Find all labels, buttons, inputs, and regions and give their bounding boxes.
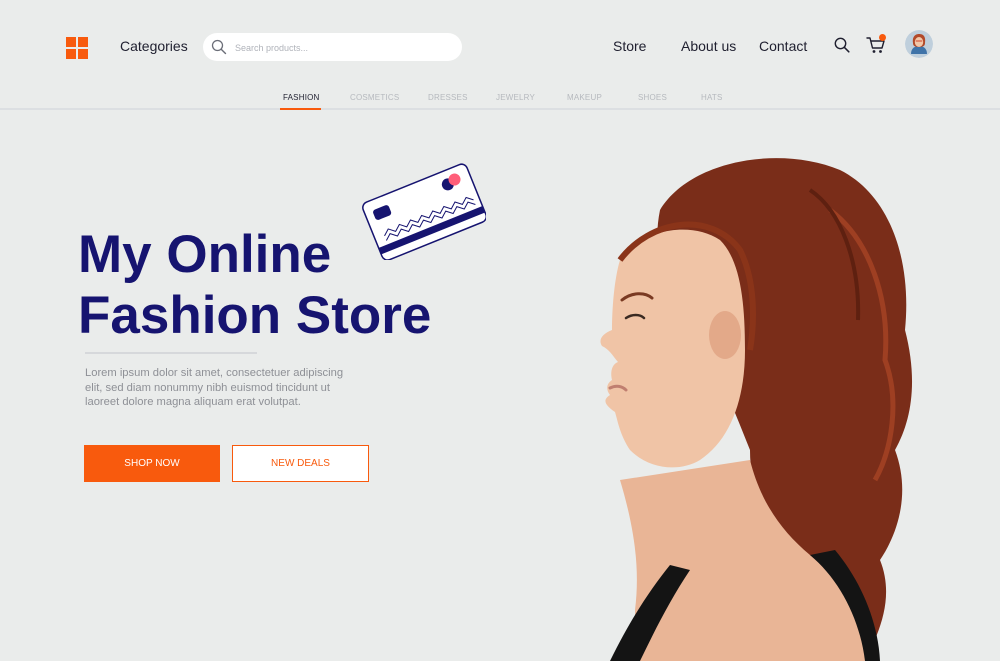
logo-grid-icon[interactable] <box>66 37 88 59</box>
new-deals-button[interactable]: NEW DEALS <box>232 445 369 482</box>
tab-fashion[interactable]: FASHION <box>283 93 320 102</box>
hero-divider <box>85 352 257 354</box>
search-icon[interactable] <box>211 39 227 55</box>
hero-description: Lorem ipsum dolor sit amet, consectetuer… <box>85 367 344 408</box>
hero-title-line-2: Fashion Store <box>78 286 432 345</box>
nav-contact-link[interactable]: Contact <box>759 38 807 54</box>
categories-menu[interactable]: Categories <box>120 38 188 54</box>
tab-hats[interactable]: HATS <box>701 93 723 102</box>
search-bar <box>203 33 462 61</box>
tab-jewelry[interactable]: JEWELRY <box>496 93 535 102</box>
nav-store-link[interactable]: Store <box>613 38 646 54</box>
search-icon[interactable] <box>834 37 850 53</box>
avatar-icon <box>905 30 933 58</box>
active-tab-indicator <box>280 108 321 110</box>
tab-makeup[interactable]: MAKEUP <box>567 93 602 102</box>
model-photo <box>600 158 913 661</box>
tab-cosmetics[interactable]: COSMETICS <box>350 93 399 102</box>
shop-now-button[interactable]: SHOP NOW <box>84 445 220 482</box>
search-input[interactable] <box>233 37 457 59</box>
tab-shoes[interactable]: SHOES <box>638 93 667 102</box>
cart-notification-dot <box>879 34 886 41</box>
tab-dresses[interactable]: DRESSES <box>428 93 468 102</box>
nav-about-link[interactable]: About us <box>681 38 736 54</box>
user-avatar[interactable] <box>905 30 933 58</box>
credit-card-icon <box>362 163 486 260</box>
